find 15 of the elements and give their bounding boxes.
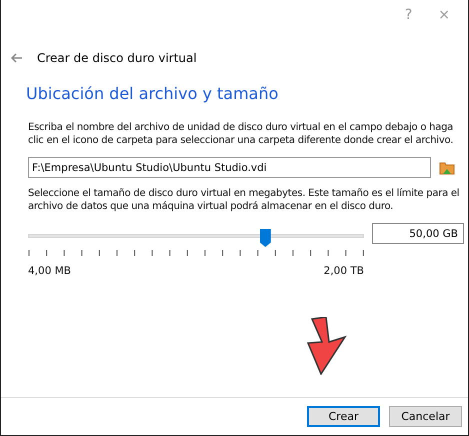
- page-heading: Ubicación del archivo y tamaño: [26, 84, 280, 103]
- size-description: Seleccione el tamaño de disco duro virtual en megabytes. Este tamaño es el límite para el archivo de datos que una máquina virtual podrá almacenar en el disco duro.: [28, 187, 460, 213]
- dialog-title: Crear de disco duro virtual: [37, 51, 197, 65]
- file-path-field[interactable]: F:\Empresa\Ubuntu Studio\Ubuntu Studio.vdi: [28, 157, 431, 178]
- slider-thumb[interactable]: [260, 229, 271, 247]
- create-button[interactable]: Crear: [307, 406, 380, 427]
- cancel-button[interactable]: Cancelar: [389, 406, 462, 427]
- location-description: Escriba el nombre del archivo de unidad de disco duro virtual en el campo debajo o haga clic en el icono de carpeta para seleccionar una carpeta diferente donde crear el archivo.: [28, 121, 454, 147]
- back-arrow-icon[interactable]: [10, 53, 23, 63]
- folder-icon[interactable]: [439, 160, 455, 176]
- arrow-icon: [306, 317, 348, 375]
- min-size-label: 4,00 MB: [28, 265, 71, 277]
- size-field[interactable]: 50,00 GB: [372, 223, 464, 244]
- max-size-label: 2,00 TB: [324, 265, 364, 277]
- size-slider[interactable]: [28, 229, 364, 247]
